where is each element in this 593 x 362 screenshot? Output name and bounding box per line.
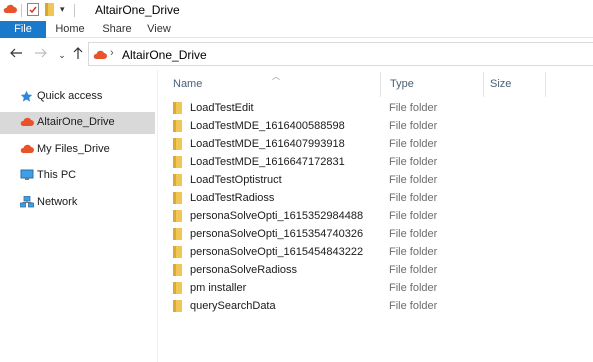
title-bar: ▾ AltairOne_Drive bbox=[0, 0, 593, 21]
file-type: File folder bbox=[389, 246, 438, 258]
sort-ascending-icon: ︿ bbox=[272, 72, 280, 81]
list-item[interactable]: personaSolveOpti_1615454843222 File fold… bbox=[168, 243, 593, 261]
forward-button[interactable] bbox=[33, 46, 49, 63]
ribbon-tabs: File Home Share View bbox=[0, 21, 593, 38]
file-name: pm installer bbox=[190, 282, 247, 294]
file-name: personaSolveOpti_1615454843222 bbox=[190, 246, 364, 258]
file-type: File folder bbox=[389, 300, 438, 312]
list-item[interactable]: personaSolveOpti_1615354740326 File fold… bbox=[168, 225, 593, 243]
file-name: LoadTestMDE_1616400588598 bbox=[190, 120, 345, 132]
list-item[interactable]: LoadTestMDE_1616407993918 File folder bbox=[168, 135, 593, 153]
column-divider[interactable] bbox=[545, 72, 546, 97]
folder-icon bbox=[173, 156, 182, 171]
column-header-name[interactable]: Name bbox=[173, 78, 202, 90]
file-type: File folder bbox=[389, 102, 438, 114]
file-name: LoadTestOptistruct bbox=[190, 174, 282, 186]
list-item[interactable]: LoadTestOptistruct File folder bbox=[168, 171, 593, 189]
tab-file[interactable]: File bbox=[0, 21, 46, 38]
folder-icon bbox=[173, 174, 182, 189]
breadcrumb-item[interactable]: AltairOne_Drive bbox=[122, 48, 207, 62]
network-icon bbox=[20, 196, 34, 211]
sidebar-item-altairone-drive[interactable]: AltairOne_Drive bbox=[0, 112, 155, 134]
window-title: AltairOne_Drive bbox=[95, 3, 180, 17]
folder-icon bbox=[173, 264, 182, 279]
divider bbox=[74, 4, 75, 17]
back-button[interactable] bbox=[8, 46, 24, 63]
up-arrow-icon bbox=[73, 47, 83, 59]
star-icon bbox=[20, 90, 33, 106]
folder-icon bbox=[173, 138, 182, 153]
sidebar-item-quick-access[interactable]: Quick access bbox=[0, 86, 155, 108]
column-header-type[interactable]: Type bbox=[390, 78, 414, 90]
forward-arrow-icon bbox=[35, 48, 47, 58]
chevron-down-icon: ⌄ bbox=[58, 50, 66, 60]
list-item[interactable]: LoadTestMDE_1616647172831 File folder bbox=[168, 153, 593, 171]
file-name: personaSolveOpti_1615354740326 bbox=[190, 228, 364, 240]
file-type: File folder bbox=[389, 210, 438, 222]
breadcrumb-chevron-icon[interactable]: › bbox=[110, 47, 114, 59]
file-type: File folder bbox=[389, 138, 438, 150]
quick-access-dropdown-icon[interactable]: ▾ bbox=[60, 4, 65, 15]
file-name: personaSolveRadioss bbox=[190, 264, 298, 276]
folder-icon bbox=[173, 192, 182, 207]
file-type: File folder bbox=[389, 174, 438, 186]
tab-share[interactable]: Share bbox=[97, 21, 137, 38]
tab-view[interactable]: View bbox=[142, 21, 176, 38]
file-name: LoadTestEdit bbox=[190, 102, 254, 114]
sidebar-item-label: This PC bbox=[37, 169, 77, 181]
folder-icon bbox=[173, 120, 182, 135]
up-button[interactable] bbox=[70, 46, 86, 63]
sidebar-item-label: AltairOne_Drive bbox=[37, 116, 115, 128]
folder-icon bbox=[173, 102, 182, 117]
file-list: ︿ Name Type Size LoadTestEdit File folde… bbox=[158, 70, 593, 362]
file-type: File folder bbox=[389, 156, 438, 168]
recent-locations-dropdown[interactable]: ⌄ bbox=[54, 47, 70, 63]
file-type: File folder bbox=[389, 120, 438, 132]
navigation-pane: Quick access AltairOne_Drive My Files_Dr… bbox=[0, 70, 157, 362]
folder-icon bbox=[173, 282, 182, 297]
list-item[interactable]: querySearchData File folder bbox=[168, 297, 593, 315]
column-header-size[interactable]: Size bbox=[490, 78, 511, 90]
file-name: LoadTestRadioss bbox=[190, 192, 275, 204]
file-name: LoadTestMDE_1616647172831 bbox=[190, 156, 345, 168]
back-arrow-icon bbox=[10, 48, 22, 58]
column-divider[interactable] bbox=[483, 72, 484, 97]
sidebar-item-label: My Files_Drive bbox=[37, 143, 110, 155]
cloud-icon bbox=[3, 3, 17, 18]
sidebar-item-label: Network bbox=[37, 196, 78, 208]
sidebar-item-this-pc[interactable]: This PC bbox=[0, 165, 155, 187]
folder-icon bbox=[173, 210, 182, 225]
file-type: File folder bbox=[389, 264, 438, 276]
properties-icon[interactable] bbox=[27, 3, 39, 19]
new-folder-icon[interactable] bbox=[45, 3, 54, 19]
folder-icon bbox=[173, 228, 182, 243]
sidebar-item-my-files-drive[interactable]: My Files_Drive bbox=[0, 139, 155, 161]
navigation-bar: ⌄ › AltairOne_Drive bbox=[0, 38, 593, 70]
list-item[interactable]: LoadTestRadioss File folder bbox=[168, 189, 593, 207]
list-item[interactable]: personaSolveOpti_1615352984488 File fold… bbox=[168, 207, 593, 225]
cloud-icon bbox=[93, 49, 107, 63]
cloud-icon bbox=[20, 143, 34, 157]
folder-icon bbox=[173, 300, 182, 315]
computer-icon bbox=[20, 169, 34, 184]
file-name: personaSolveOpti_1615352984488 bbox=[190, 210, 364, 222]
file-name: querySearchData bbox=[190, 300, 276, 312]
cloud-icon bbox=[20, 116, 34, 130]
list-item[interactable]: pm installer File folder bbox=[168, 279, 593, 297]
sidebar-item-label: Quick access bbox=[37, 90, 103, 102]
divider bbox=[21, 4, 22, 17]
sidebar-item-network[interactable]: Network bbox=[0, 192, 155, 214]
file-name: LoadTestMDE_1616407993918 bbox=[190, 138, 345, 150]
column-divider[interactable] bbox=[380, 72, 381, 97]
list-item[interactable]: LoadTestMDE_1616400588598 File folder bbox=[168, 117, 593, 135]
folder-icon bbox=[173, 246, 182, 261]
file-type: File folder bbox=[389, 228, 438, 240]
list-item[interactable]: LoadTestEdit File folder bbox=[168, 99, 593, 117]
file-type: File folder bbox=[389, 192, 438, 204]
tab-home[interactable]: Home bbox=[50, 21, 90, 38]
file-type: File folder bbox=[389, 282, 438, 294]
list-item[interactable]: personaSolveRadioss File folder bbox=[168, 261, 593, 279]
address-bar[interactable]: › AltairOne_Drive bbox=[88, 42, 593, 66]
